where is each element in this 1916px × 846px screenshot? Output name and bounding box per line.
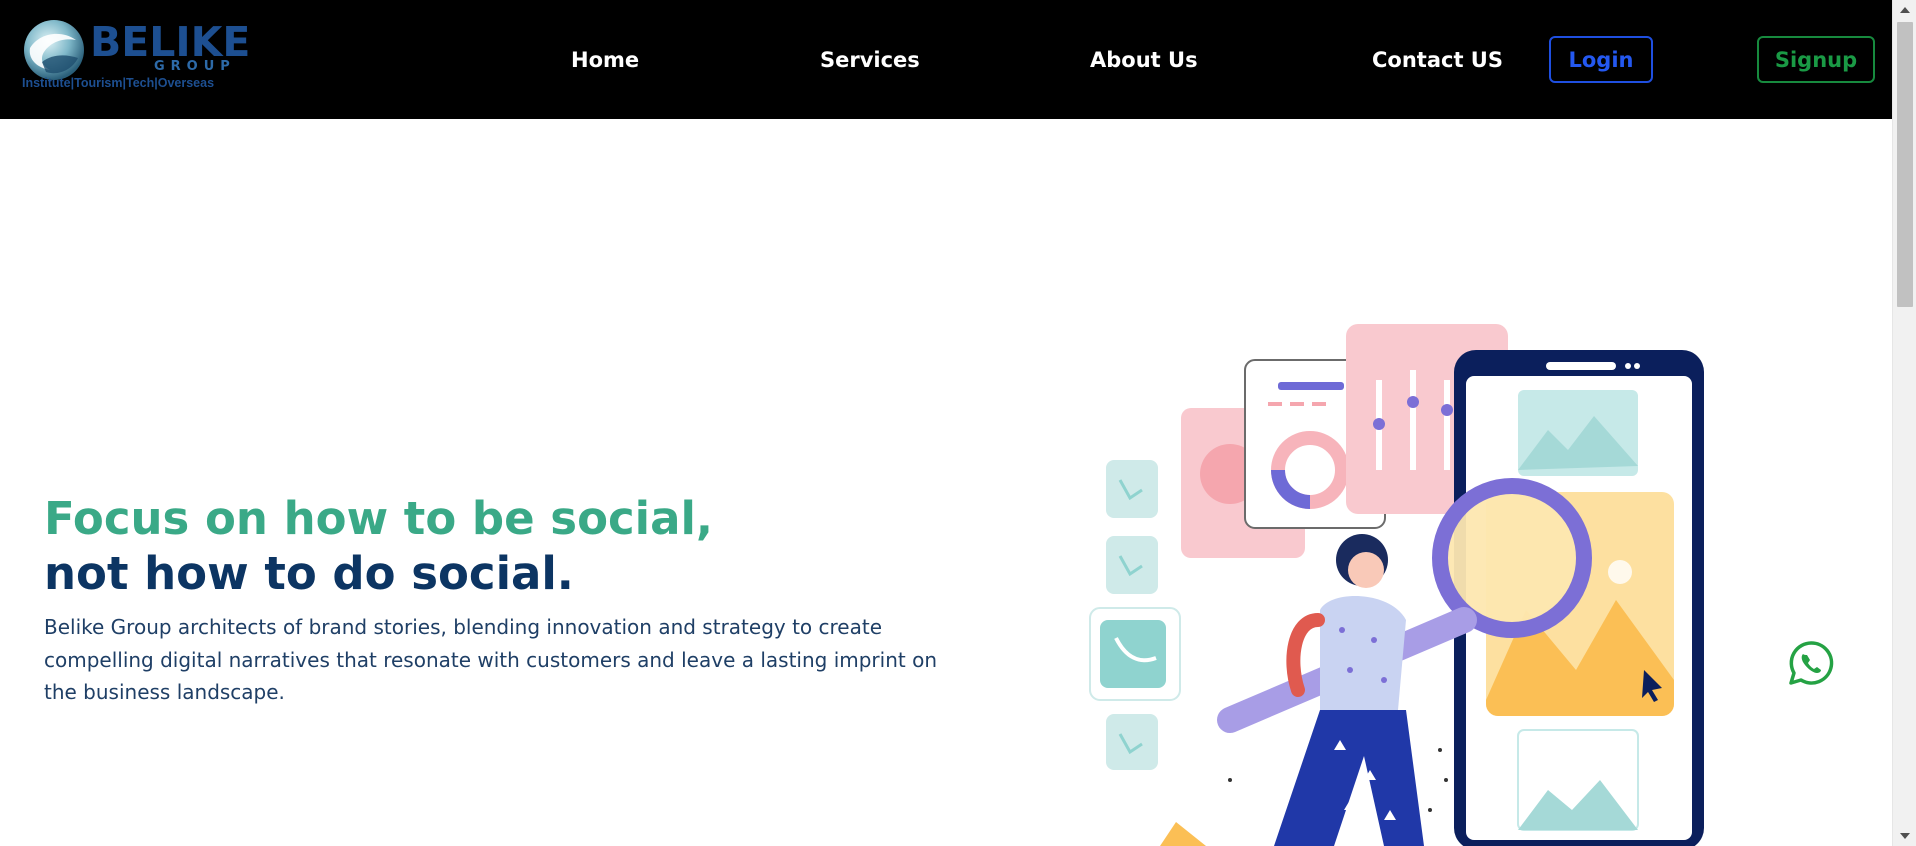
nav-contact-link[interactable]: Contact US xyxy=(1372,46,1503,74)
globe-logo-icon xyxy=(24,20,84,80)
hero-description: Belike Group architects of brand stories… xyxy=(44,615,937,704)
hero-title-line1: Focus on how to be social, xyxy=(44,492,713,545)
nav-home-link[interactable]: Home xyxy=(571,46,639,74)
page-scrollbar[interactable] xyxy=(1892,0,1916,846)
whatsapp-icon xyxy=(1789,641,1834,685)
scroll-thumb[interactable] xyxy=(1897,22,1913,307)
login-button[interactable]: Login xyxy=(1549,36,1653,83)
nav-services-link[interactable]: Services xyxy=(820,46,920,74)
hero-title: Focus on how to be social, not how to do… xyxy=(44,491,713,601)
nav-about-link[interactable]: About Us xyxy=(1090,46,1198,74)
scroll-up-icon[interactable] xyxy=(1900,7,1910,13)
top-navbar: BELIKE GROUP Institute|Tourism|Tech|Over… xyxy=(0,0,1892,119)
social-media-illustration xyxy=(1089,324,1704,846)
whatsapp-button[interactable] xyxy=(1788,640,1834,686)
hero-title-line2: not how to do social. xyxy=(44,547,574,600)
signup-button[interactable]: Signup xyxy=(1757,36,1875,83)
brand-logo[interactable]: BELIKE GROUP Institute|Tourism|Tech|Over… xyxy=(20,14,250,94)
brand-name: BELIKE xyxy=(90,18,251,66)
brand-tagline: Institute|Tourism|Tech|Overseas xyxy=(22,76,215,90)
scroll-down-icon[interactable] xyxy=(1900,833,1910,839)
brand-subtitle: GROUP xyxy=(154,59,236,74)
